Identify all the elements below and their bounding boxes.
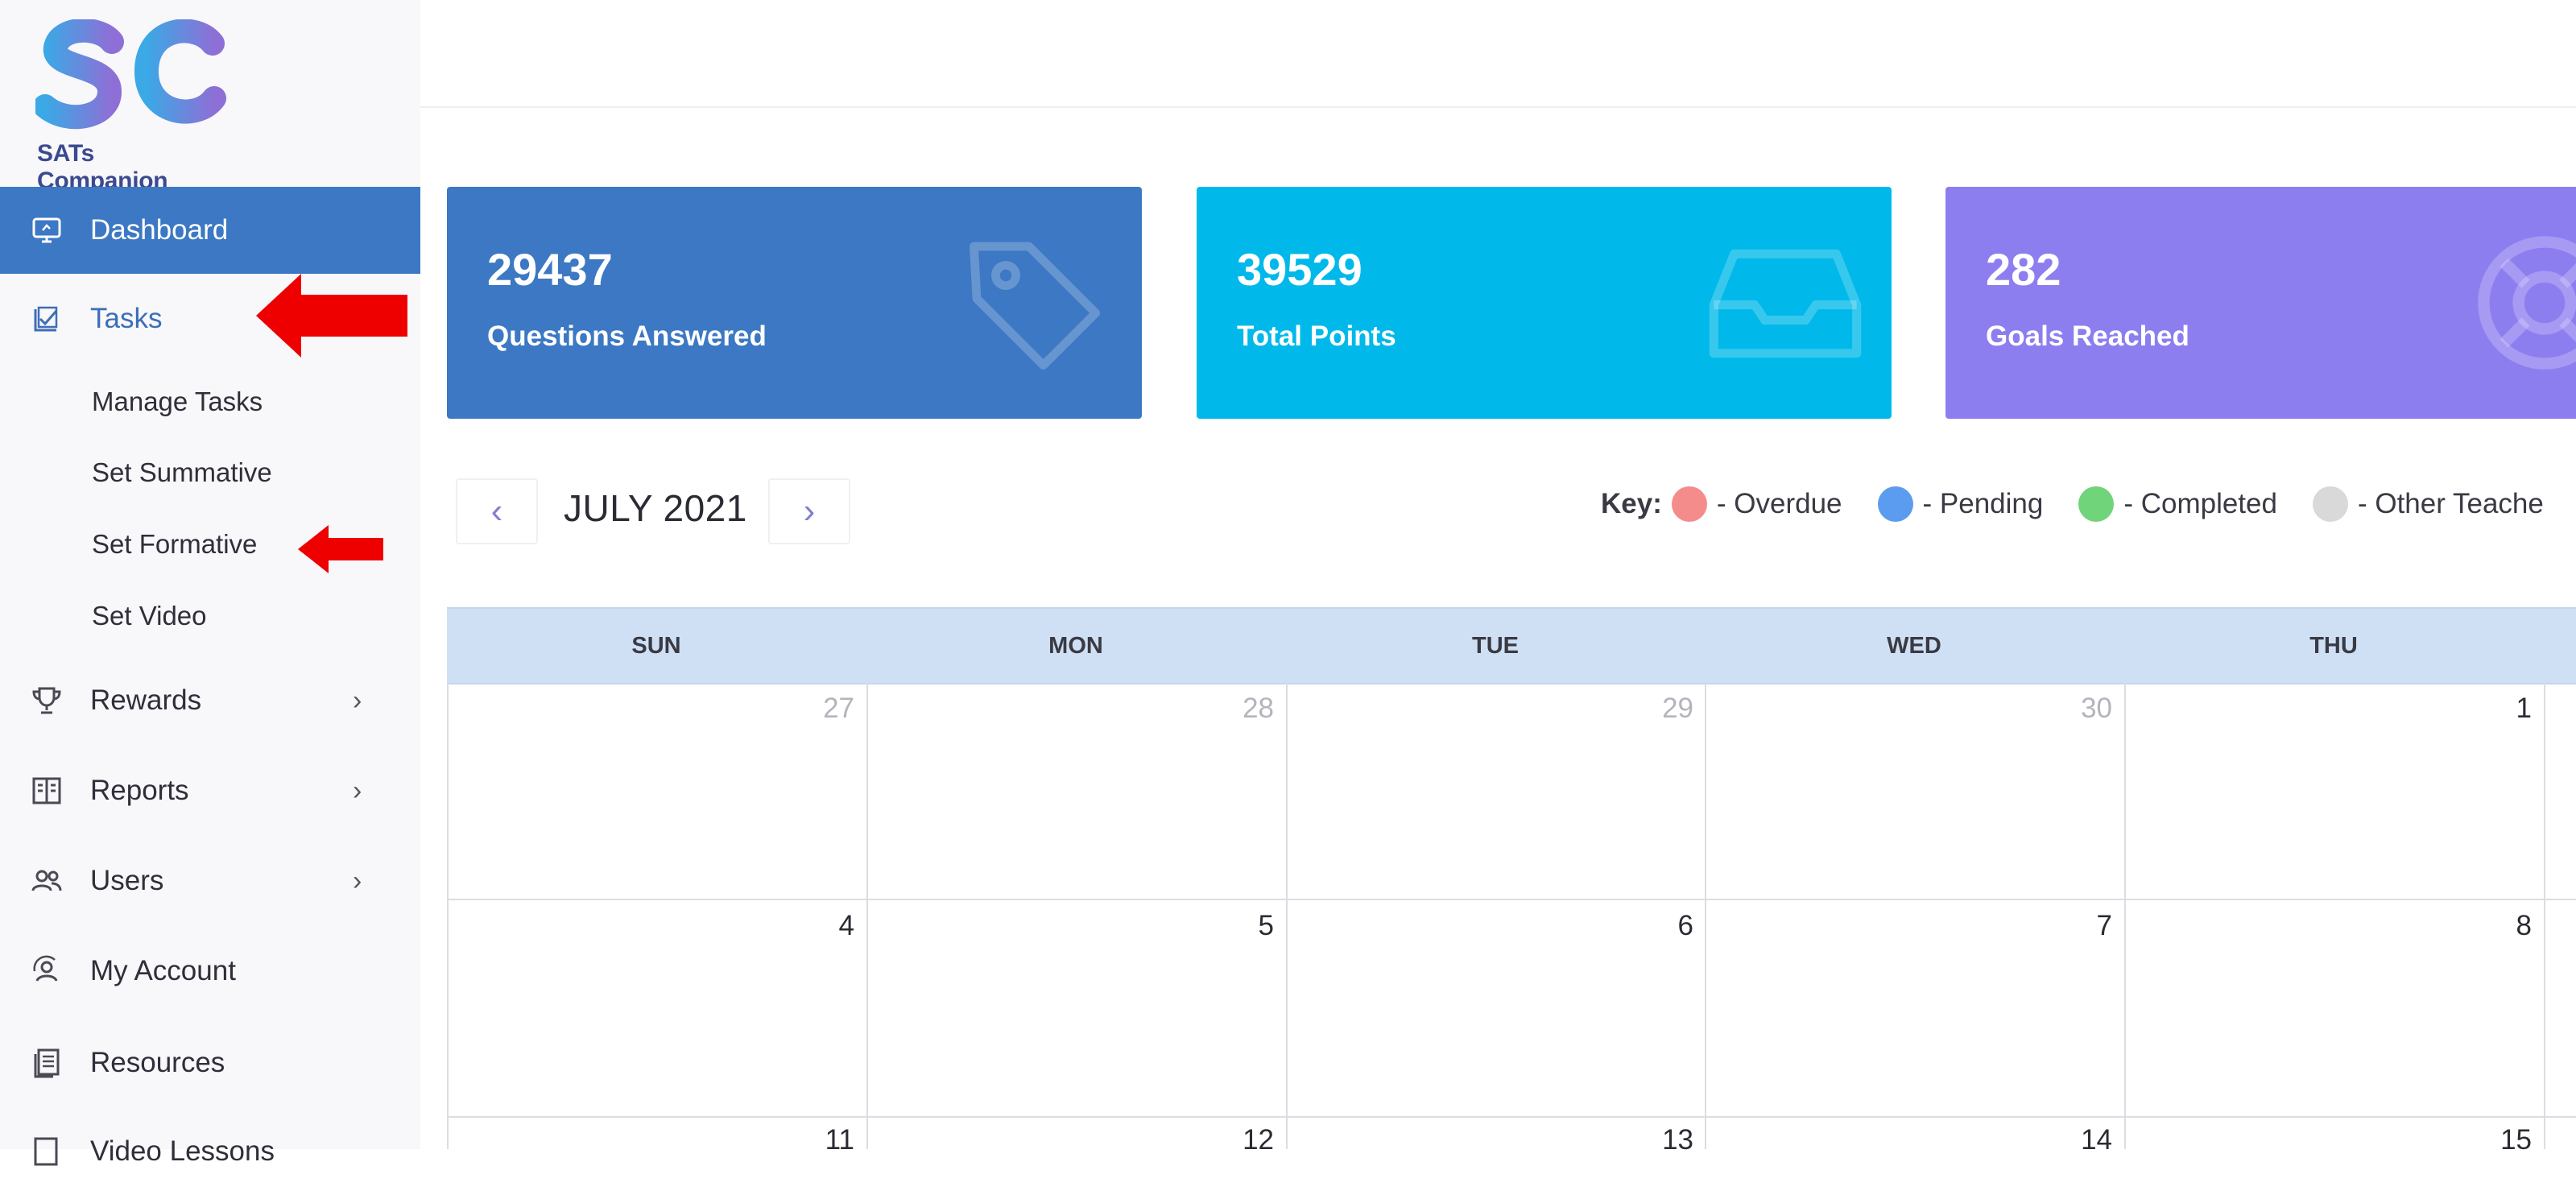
key-completed: - Completed — [2123, 488, 2277, 519]
calendar-day[interactable]: 6 — [1613, 910, 1693, 942]
sidebar-item-resources[interactable]: Resources — [0, 1019, 420, 1106]
resources-icon — [29, 1045, 64, 1081]
key-other-teacher: - Other Teache — [2357, 488, 2544, 519]
calendar-day[interactable]: 15 — [2451, 1124, 2532, 1156]
stat-value: 39529 — [1237, 244, 1362, 295]
day-name: THU — [2309, 632, 2358, 659]
stat-card-total-points: 39529 Total Points — [1197, 187, 1892, 419]
calendar-month-title: JULY 2021 — [564, 487, 747, 529]
prev-month-button[interactable]: ‹ — [456, 478, 538, 544]
sidebar-item-users[interactable]: Users › — [0, 837, 420, 924]
day-name: MON — [1048, 632, 1103, 659]
sidebar-item-label: Rewards — [90, 684, 202, 716]
annotation-arrow-icon — [256, 274, 407, 358]
completed-dot-icon — [2078, 486, 2115, 522]
stat-label: Total Points — [1237, 320, 1396, 352]
key-overdue: - Overdue — [1716, 488, 1842, 519]
users-icon — [29, 863, 64, 899]
stat-card-goals-reached: 282 Goals Reached — [1945, 187, 2576, 419]
calendar-day[interactable]: 7 — [2032, 910, 2112, 942]
calendar-day[interactable]: 5 — [1193, 910, 1274, 942]
calendar-day[interactable]: 12 — [1193, 1124, 1274, 1156]
chevron-right-icon: › — [803, 491, 816, 531]
sidebar-item-my-account[interactable]: My Account — [0, 928, 420, 1015]
sidebar-subitem-set-summative[interactable]: Set Summative — [92, 457, 272, 488]
annotation-arrow-icon — [298, 525, 383, 573]
stat-value: 29437 — [487, 244, 613, 295]
sidebar-item-video-lessons[interactable]: Video Lessons — [0, 1108, 420, 1195]
calendar-day[interactable]: 11 — [774, 1124, 854, 1156]
chevron-left-icon: ‹ — [490, 491, 503, 531]
logo-mark-icon — [35, 19, 226, 130]
calendar-day[interactable]: 4 — [774, 910, 854, 942]
calendar-day[interactable]: 14 — [2032, 1124, 2112, 1156]
account-icon — [29, 953, 64, 989]
trophy-icon — [29, 683, 64, 718]
sidebar-item-label: My Account — [90, 955, 236, 986]
sidebar-item-label: Reports — [90, 775, 189, 806]
day-name: TUE — [1472, 632, 1519, 659]
key-label: Key: — [1601, 488, 1662, 519]
calendar-day[interactable]: 29 — [1613, 693, 1693, 725]
calendar-day[interactable]: 27 — [774, 693, 854, 725]
calendar-day[interactable]: 28 — [1193, 693, 1274, 725]
video-icon — [29, 1134, 64, 1169]
calendar-key: Key: - Overdue - Pending - Completed - O… — [1601, 486, 2544, 522]
inbox-icon — [1709, 249, 1862, 358]
day-name: SUN — [631, 632, 681, 659]
key-pending: - Pending — [1922, 488, 2044, 519]
stat-card-questions-answered: 29437 Questions Answered — [447, 187, 1142, 419]
calendar-day[interactable]: 30 — [2032, 693, 2112, 725]
sidebar-item-label: Dashboard — [90, 214, 229, 246]
sidebar-subitem-set-formative[interactable]: Set Formative — [92, 529, 257, 560]
stat-value: 282 — [1986, 244, 2061, 295]
sidebar-item-label: Video Lessons — [90, 1135, 275, 1167]
sidebar-item-label: Tasks — [90, 303, 163, 334]
chevron-right-icon: › — [353, 865, 362, 896]
calendar-header: SUN MON TUE WED THU — [447, 607, 2576, 684]
next-month-button[interactable]: › — [768, 478, 850, 544]
report-icon — [29, 773, 64, 808]
monitor-icon — [29, 213, 64, 248]
lifebuoy-icon — [2478, 236, 2576, 370]
overdue-dot-icon — [1671, 486, 1707, 522]
stat-label: Questions Answered — [487, 320, 767, 352]
day-name: WED — [1887, 632, 1941, 659]
top-bar — [420, 0, 2576, 108]
sidebar-subitem-set-video[interactable]: Set Video — [92, 601, 207, 631]
chevron-right-icon: › — [353, 775, 362, 806]
sidebar-item-label: Resources — [90, 1047, 225, 1078]
stat-label: Goals Reached — [1986, 320, 2189, 352]
sidebar-item-label: Users — [90, 865, 164, 896]
app-logo[interactable]: SATs Companion — [35, 19, 229, 194]
tag-icon — [970, 242, 1100, 370]
other-teacher-dot-icon — [2312, 486, 2348, 522]
sidebar-item-reports[interactable]: Reports › — [0, 747, 420, 834]
calendar-day[interactable]: 13 — [1613, 1124, 1693, 1156]
sidebar-item-dashboard[interactable]: Dashboard — [0, 187, 420, 274]
task-check-icon — [29, 301, 64, 337]
calendar-day[interactable]: 1 — [2451, 693, 2532, 725]
pending-dot-icon — [1877, 486, 1913, 522]
sidebar-subitem-manage-tasks[interactable]: Manage Tasks — [92, 387, 263, 417]
sidebar: SATs Companion Dashboard Tasks Manage Ta… — [0, 0, 420, 1167]
calendar-grid: 27 28 29 30 1 4 5 6 7 8 11 12 13 14 15 — [447, 681, 2576, 1156]
calendar-day[interactable]: 8 — [2451, 910, 2532, 942]
sidebar-item-rewards[interactable]: Rewards › — [0, 657, 420, 744]
chevron-right-icon: › — [353, 684, 362, 716]
